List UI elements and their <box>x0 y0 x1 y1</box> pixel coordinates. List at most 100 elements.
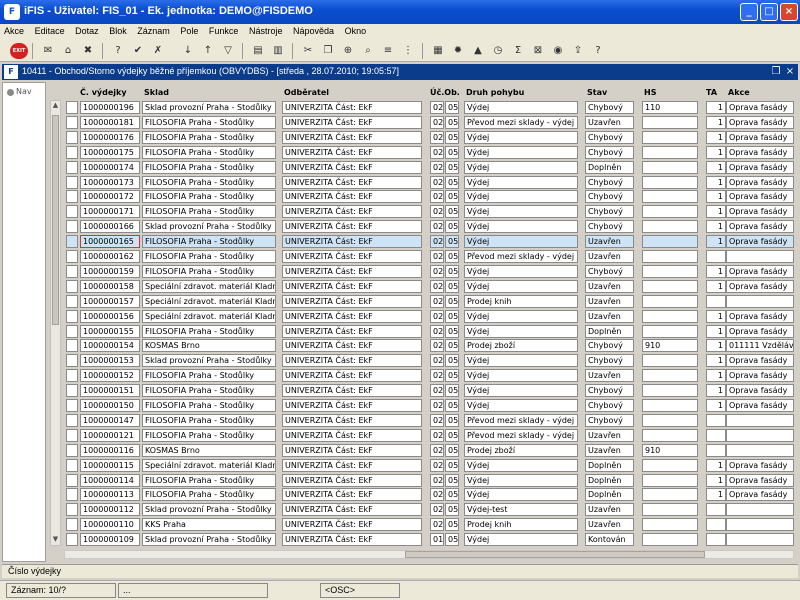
cell-stav[interactable]: Chybový <box>585 384 634 398</box>
cell-sklad[interactable]: FILOSOFIA Praha - Stodůlky <box>142 235 276 249</box>
nav-radio-icon[interactable] <box>7 89 14 96</box>
cell-ta[interactable]: 1 <box>706 190 726 204</box>
filter-icon[interactable]: ▽ <box>220 43 236 59</box>
cell-uc[interactable]: 02 <box>430 443 444 457</box>
cell-ob[interactable]: 05 <box>445 473 459 487</box>
cell-sklad[interactable]: Sklad provozní Praha - Stodůlky <box>142 220 276 234</box>
cell-ob[interactable]: 05 <box>445 443 459 457</box>
cell-odberatel[interactable]: UNIVERZITA Část: EkF <box>282 399 422 412</box>
cell-cislo[interactable]: 1000000162 <box>80 250 140 263</box>
cell-sklad[interactable]: Speciální zdravot. materiál Kladno <box>142 294 276 308</box>
cell-sklad[interactable]: FILOSOFIA Praha - Stodůlky <box>142 428 276 442</box>
cell-hs[interactable] <box>642 145 698 159</box>
cell-ta[interactable] <box>706 443 726 457</box>
cell-uc[interactable]: 02 <box>430 250 444 263</box>
row-checkbox[interactable] <box>66 443 78 457</box>
cell-ob[interactable]: 05 <box>445 101 459 114</box>
cell-sklad[interactable]: Sklad provozní Praha - Stodůlky <box>142 533 276 547</box>
cell-hs[interactable] <box>642 264 698 278</box>
row-checkbox[interactable] <box>66 428 78 442</box>
cell-uc[interactable]: 02 <box>430 458 444 472</box>
sum-icon[interactable]: Σ <box>510 43 526 59</box>
cell-ta[interactable]: 1 <box>706 130 726 144</box>
table-row[interactable]: 1000000153 Sklad provozní Praha - Stodůlk… <box>64 354 794 368</box>
menu-dotaz[interactable]: Dotaz <box>71 24 103 38</box>
cell-stav[interactable]: Doplněn <box>585 458 634 472</box>
print-preview-icon[interactable]: ▥ <box>270 43 286 59</box>
cell-druh[interactable]: Výdej <box>464 145 578 159</box>
table-row[interactable]: 1000000173 FILOSOFIA Praha - Stodůlky UNIV… <box>64 175 794 190</box>
cell-sklad[interactable]: FILOSOFIA Praha - Stodůlky <box>142 473 276 487</box>
cell-uc[interactable]: 02 <box>430 279 444 293</box>
cell-akce[interactable]: Oprava fasády <box>726 488 794 502</box>
cell-odberatel[interactable]: UNIVERZITA Část: EkF <box>282 354 422 368</box>
cell-ta[interactable]: 1 <box>706 160 726 174</box>
cell-ob[interactable]: 05 <box>445 488 459 502</box>
cell-cislo[interactable]: 1000000150 <box>80 399 140 412</box>
cell-hs[interactable]: 110 <box>642 101 698 114</box>
cell-stav[interactable]: Uzavřen <box>585 503 634 517</box>
cell-akce[interactable]: Oprava fasády <box>726 458 794 472</box>
cell-druh[interactable]: Převod mezi sklady - výdej <box>464 250 578 263</box>
cell-ta[interactable]: 1 <box>706 369 726 383</box>
cell-uc[interactable]: 02 <box>430 399 444 412</box>
insert-record-icon[interactable]: ⌂ <box>60 43 76 59</box>
cell-druh[interactable]: Výdej <box>464 130 578 144</box>
cell-akce[interactable]: Oprava fasády <box>726 220 794 234</box>
cell-ta[interactable]: 1 <box>706 488 726 502</box>
cell-uc[interactable]: 02 <box>430 264 444 278</box>
cell-stav[interactable]: Uzavřen <box>585 443 634 457</box>
cell-ta[interactable]: 1 <box>706 205 726 219</box>
cell-ob[interactable]: 05 <box>445 384 459 398</box>
cell-stav[interactable]: Doplněn <box>585 473 634 487</box>
cell-ta[interactable]: 1 <box>706 235 726 249</box>
table-row[interactable]: 1000000116 KOSMAS Brno UNIVERZITA Část: Ek… <box>64 443 794 458</box>
cell-hs[interactable] <box>642 354 698 368</box>
cell-sklad[interactable]: FILOSOFIA Praha - Stodůlky <box>142 175 276 189</box>
cell-stav[interactable]: Chybový <box>585 101 634 114</box>
nav-panel[interactable]: Nav <box>2 82 46 562</box>
cell-cislo[interactable]: 1000000154 <box>80 339 140 353</box>
zoom-icon[interactable]: ⊕ <box>340 43 356 59</box>
cell-ob[interactable]: 05 <box>445 309 459 323</box>
cell-druh[interactable]: Výdej <box>464 160 578 174</box>
row-checkbox[interactable] <box>66 384 78 398</box>
cell-stav[interactable]: Uzavřen <box>585 294 634 308</box>
cell-odberatel[interactable]: UNIVERZITA Část: EkF <box>282 130 422 144</box>
cell-akce[interactable] <box>726 413 794 427</box>
cell-druh[interactable]: Výdej <box>464 175 578 189</box>
cell-sklad[interactable]: Sklad provozní Praha - Stodůlky <box>142 354 276 368</box>
cell-druh[interactable]: Výdej <box>464 205 578 219</box>
table-row[interactable]: 1000000158 Speciální zdravot. materiál Kl… <box>64 279 794 294</box>
hscroll-thumb[interactable] <box>405 551 705 558</box>
cell-sklad[interactable]: Speciální zdravot. materiál Kladno <box>142 279 276 293</box>
cell-akce[interactable]: Oprava fasády <box>726 190 794 204</box>
cell-stav[interactable]: Uzavřen <box>585 518 634 532</box>
cell-uc[interactable]: 02 <box>430 190 444 204</box>
cell-sklad[interactable]: FILOSOFIA Praha - Stodůlky <box>142 413 276 427</box>
cell-akce[interactable]: Oprava fasády <box>726 175 794 189</box>
save-icon[interactable]: ✉ <box>40 43 56 59</box>
cell-stav[interactable]: Uzavřen <box>585 369 634 383</box>
cell-uc[interactable]: 02 <box>430 309 444 323</box>
menu-blok[interactable]: Blok <box>105 24 131 38</box>
cell-akce[interactable] <box>726 428 794 442</box>
cell-odberatel[interactable]: UNIVERZITA Část: EkF <box>282 175 422 189</box>
cell-cislo[interactable]: 1000000112 <box>80 503 140 517</box>
cell-odberatel[interactable]: UNIVERZITA Část: EkF <box>282 324 422 338</box>
scroll-up-icon[interactable]: ▲ <box>51 101 60 111</box>
sort-desc-icon[interactable]: ↑ <box>200 43 216 59</box>
row-checkbox[interactable] <box>66 354 78 368</box>
form-titlebar[interactable]: F 10411 - Obchod/Storno výdejky běžné př… <box>2 64 798 80</box>
cell-stav[interactable]: Chybový <box>585 399 634 412</box>
row-checkbox[interactable] <box>66 250 78 263</box>
cell-uc[interactable]: 02 <box>430 413 444 427</box>
cell-stav[interactable]: Uzavřen <box>585 428 634 442</box>
cell-akce[interactable]: Oprava fasády <box>726 205 794 219</box>
cell-sklad[interactable]: FILOSOFIA Praha - Stodůlky <box>142 190 276 204</box>
cell-stav[interactable]: Kontován <box>585 533 634 547</box>
cell-ta[interactable]: 1 <box>706 324 726 338</box>
row-checkbox[interactable] <box>66 533 78 547</box>
cell-uc[interactable]: 02 <box>430 369 444 383</box>
delete-record-icon[interactable]: ✖ <box>80 43 96 59</box>
